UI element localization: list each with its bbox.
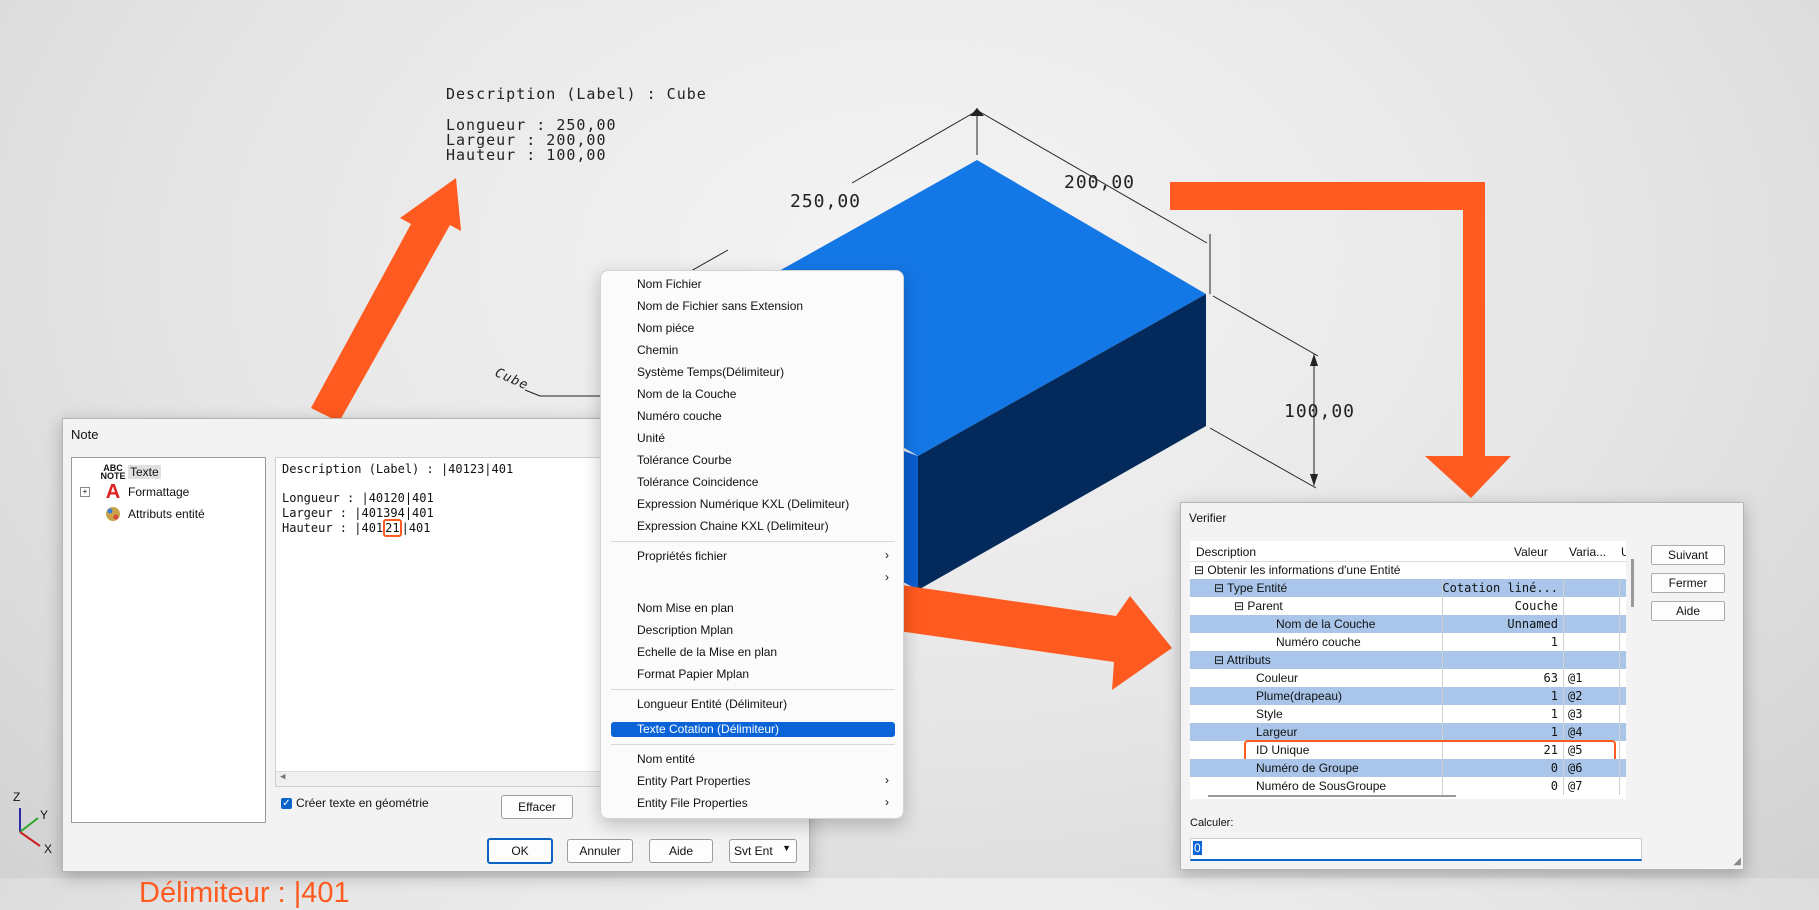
menu-item-systeme-temps[interactable]: Système Temps(Délimiteur): [611, 365, 895, 380]
menu-item-nom-couche[interactable]: Nom de la Couche: [611, 387, 895, 402]
cad-label-title: Description (Label) : Cube: [446, 85, 707, 103]
expand-icon[interactable]: +: [80, 487, 90, 497]
abc-note-icon: ABC NOTE: [100, 463, 126, 481]
grid-row[interactable]: ⊟ Type Entité Cotation liné...: [1190, 579, 1626, 597]
menu-item-chemin[interactable]: Chemin: [611, 343, 895, 358]
header-u[interactable]: U: [1621, 545, 1626, 559]
tree-item-label: Texte: [128, 465, 161, 479]
tree-item-texte[interactable]: ABC NOTE Texte: [100, 462, 161, 482]
verifier-dialog-title: Verifier: [1189, 511, 1227, 525]
editor-line-longueur: Longueur : |40120|401: [282, 491, 434, 505]
menu-item-description-mplan[interactable]: Description Mplan: [611, 623, 895, 638]
menu-item-proprietes-fichier[interactable]: Propriétés fichier ›: [611, 548, 895, 564]
svt-ent-label: Svt Ent: [734, 844, 773, 858]
grid-row[interactable]: Numéro couche 1: [1190, 633, 1626, 651]
header-description[interactable]: Description: [1196, 545, 1256, 559]
submenu-arrow-icon: ›: [885, 570, 889, 584]
grid-row[interactable]: ⊟ Parent Couche: [1190, 597, 1626, 615]
grid-vscrollbar[interactable]: [1631, 559, 1634, 607]
grid-row[interactable]: Couleur 63 @1: [1190, 669, 1626, 687]
axis-x-label: X: [44, 842, 53, 856]
tree-item-attributs[interactable]: Attributs entité: [102, 504, 205, 524]
header-valeur[interactable]: Valeur: [1514, 545, 1548, 559]
create-geometry-checkbox[interactable]: ✓ Créer texte en géométrie: [281, 796, 429, 810]
grid-row[interactable]: Nom de la Couche Unnamed: [1190, 615, 1626, 633]
note-dialog-title: Note: [71, 427, 99, 442]
effacer-button[interactable]: Effacer: [501, 795, 573, 819]
menu-item-longueur-entite[interactable]: Longueur Entité (Délimiteur): [611, 697, 895, 712]
dimension-length-text: 250,00: [790, 191, 862, 212]
scroll-left-icon: ◀: [280, 772, 286, 782]
header-varia[interactable]: Varia...: [1569, 545, 1606, 559]
editor-line-description: Description (Label) : |40123|401: [282, 462, 514, 476]
verifier-dialog: Verifier Description Valeur Varia... U ⊟…: [1180, 502, 1744, 870]
context-menu: Nom Fichier Nom de Fichier sans Extensio…: [600, 270, 904, 819]
checkbox-check-icon: ✓: [281, 797, 292, 809]
menu-item-expression-chaine[interactable]: Expression Chaine KXL (Delimiteur): [611, 519, 895, 534]
menu-item-tolerance-coincidence[interactable]: Tolérance Coincidence: [611, 475, 895, 490]
axis-y-label: Y: [40, 808, 49, 822]
menu-item-nom-fichier[interactable]: Nom Fichier: [611, 277, 895, 292]
submenu-arrow-icon: ›: [885, 548, 889, 562]
menu-item-nom-mise-en-plan[interactable]: Nom Mise en plan: [611, 601, 895, 616]
menu-item-texte-cotation[interactable]: Texte Cotation (Délimiteur): [611, 722, 895, 737]
menu-item-nom-entite[interactable]: Nom entité: [611, 752, 895, 767]
highlighted-id: 21: [383, 519, 402, 537]
checkbox-label: Créer texte en géométrie: [296, 796, 429, 810]
tree-item-formattage[interactable]: A Formattage: [102, 481, 190, 503]
cad-label-hauteur: Hauteur : 100,00: [446, 146, 607, 164]
menu-item-unite[interactable]: Unité: [611, 431, 895, 446]
menu-item-entity-part-properties[interactable]: Entity Part Properties ›: [611, 773, 895, 789]
menu-item-nom-fichier-sans-extension[interactable]: Nom de Fichier sans Extension: [611, 299, 895, 314]
menu-item-numero-couche[interactable]: Numéro couche: [611, 409, 895, 424]
tree-item-label: Attributs entité: [128, 507, 205, 521]
grid-row[interactable]: Style 1 @3: [1190, 705, 1626, 723]
calculer-value: 0: [1193, 841, 1202, 855]
ucs-axes: [19, 808, 41, 847]
grid-hscrollbar[interactable]: [1208, 795, 1456, 797]
axis-z-label: Z: [13, 790, 21, 804]
menu-item-submenu[interactable]: ›: [611, 570, 895, 586]
grid-row[interactable]: Numéro de Groupe 0 @6: [1190, 759, 1626, 777]
annuler-button[interactable]: Annuler: [567, 839, 633, 863]
aide-button[interactable]: Aide: [649, 839, 713, 863]
editor-line-hauteur: Hauteur : |401 21 |401: [282, 519, 431, 537]
editor-line-largeur: Largeur : |401394|401: [282, 506, 434, 520]
tree-item-label: Formattage: [128, 485, 190, 499]
menu-separator: [611, 689, 895, 690]
menu-item-tolerance-courbe[interactable]: Tolérance Courbe: [611, 453, 895, 468]
calculer-label: Calculer:: [1190, 817, 1234, 829]
note-tree: ABC NOTE Texte + A Formattage Attributs e…: [71, 457, 266, 823]
submenu-arrow-icon: ›: [885, 795, 889, 809]
grid-row[interactable]: ⊟ Obtenir les informations d'une Entité: [1190, 561, 1626, 579]
grid-row[interactable]: Numéro de SousGroupe 0 @7: [1190, 777, 1626, 795]
suivant-button[interactable]: Suivant: [1651, 545, 1725, 565]
menu-item-expression-numerique[interactable]: Expression Numérique KXL (Delimiteur): [611, 497, 895, 512]
grid-header: Description Valeur Varia... U: [1190, 541, 1626, 562]
menu-separator: [611, 744, 895, 745]
submenu-arrow-icon: ›: [885, 773, 889, 787]
attributes-icon: [102, 504, 124, 524]
svt-ent-dropdown[interactable]: Svt Ent ▼: [729, 839, 797, 863]
verifier-property-grid[interactable]: Description Valeur Varia... U ⊟ Obtenir …: [1190, 541, 1626, 799]
menu-item-format-papier[interactable]: Format Papier Mplan: [611, 667, 895, 682]
dropdown-arrow-icon: ▼: [782, 843, 791, 853]
grid-row[interactable]: Largeur 1 @4: [1190, 723, 1626, 741]
menu-item-nom-piece[interactable]: Nom piéce: [611, 321, 895, 336]
aide-button[interactable]: Aide: [1651, 601, 1725, 621]
fermer-button[interactable]: Fermer: [1651, 573, 1725, 593]
dimension-height-text: 100,00: [1284, 401, 1356, 422]
resize-grip-icon[interactable]: ◢: [1733, 856, 1741, 867]
dimension-width-text: 200,00: [1064, 172, 1136, 193]
delimiter-callout: Délimiteur : |401: [139, 877, 350, 909]
grid-row[interactable]: ⊟ Attributs: [1190, 651, 1626, 669]
grid-row[interactable]: Plume(drapeau) 1 @2: [1190, 687, 1626, 705]
format-a-icon: A: [105, 481, 121, 503]
menu-item-echelle[interactable]: Echelle de la Mise en plan: [611, 645, 895, 660]
ok-button[interactable]: OK: [487, 838, 553, 864]
menu-separator: [611, 541, 895, 542]
calculer-input[interactable]: 0: [1190, 838, 1642, 861]
menu-item-entity-file-properties[interactable]: Entity File Properties ›: [611, 795, 895, 811]
